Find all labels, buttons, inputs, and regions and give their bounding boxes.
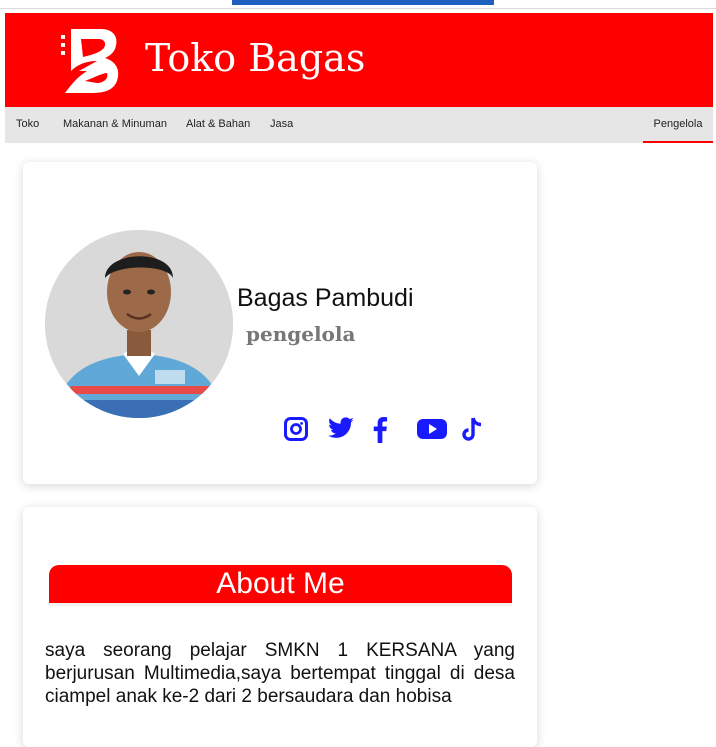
avatar bbox=[45, 230, 233, 418]
facebook-icon[interactable] bbox=[372, 417, 388, 445]
about-text: saya seorang pelajar SMKN 1 KERSANA yang… bbox=[45, 640, 515, 707]
site-header: Toko Bagas bbox=[5, 13, 713, 107]
nav-item-makanan-minuman[interactable]: Makanan & Minuman bbox=[63, 107, 167, 143]
about-title: About Me bbox=[216, 567, 345, 600]
brand-title[interactable]: Toko Bagas bbox=[145, 39, 365, 77]
nav-item-alat-bahan[interactable]: Alat & Bahan bbox=[186, 107, 250, 143]
youtube-icon[interactable] bbox=[417, 417, 447, 445]
loading-progress bbox=[232, 0, 494, 5]
nav-item-toko[interactable]: Toko bbox=[16, 107, 39, 143]
about-header: About Me bbox=[49, 565, 512, 606]
brand-logo-icon[interactable] bbox=[57, 21, 125, 97]
profile-card: Bagas Pambudi pengelola bbox=[23, 162, 537, 484]
browser-top-bar bbox=[0, 0, 716, 9]
tiktok-icon[interactable] bbox=[460, 417, 484, 445]
nav-item-pengelola[interactable]: Pengelola bbox=[643, 107, 713, 143]
twitter-icon[interactable] bbox=[327, 417, 355, 445]
main-nav: Toko Makanan & Minuman Alat & Bahan Jasa… bbox=[5, 107, 713, 143]
instagram-icon[interactable] bbox=[284, 417, 308, 445]
profile-role: pengelola bbox=[246, 322, 356, 346]
about-card: About Me saya seorang pelajar SMKN 1 KER… bbox=[23, 507, 537, 747]
profile-name: Bagas Pambudi bbox=[237, 284, 414, 312]
nav-item-jasa[interactable]: Jasa bbox=[270, 107, 293, 143]
